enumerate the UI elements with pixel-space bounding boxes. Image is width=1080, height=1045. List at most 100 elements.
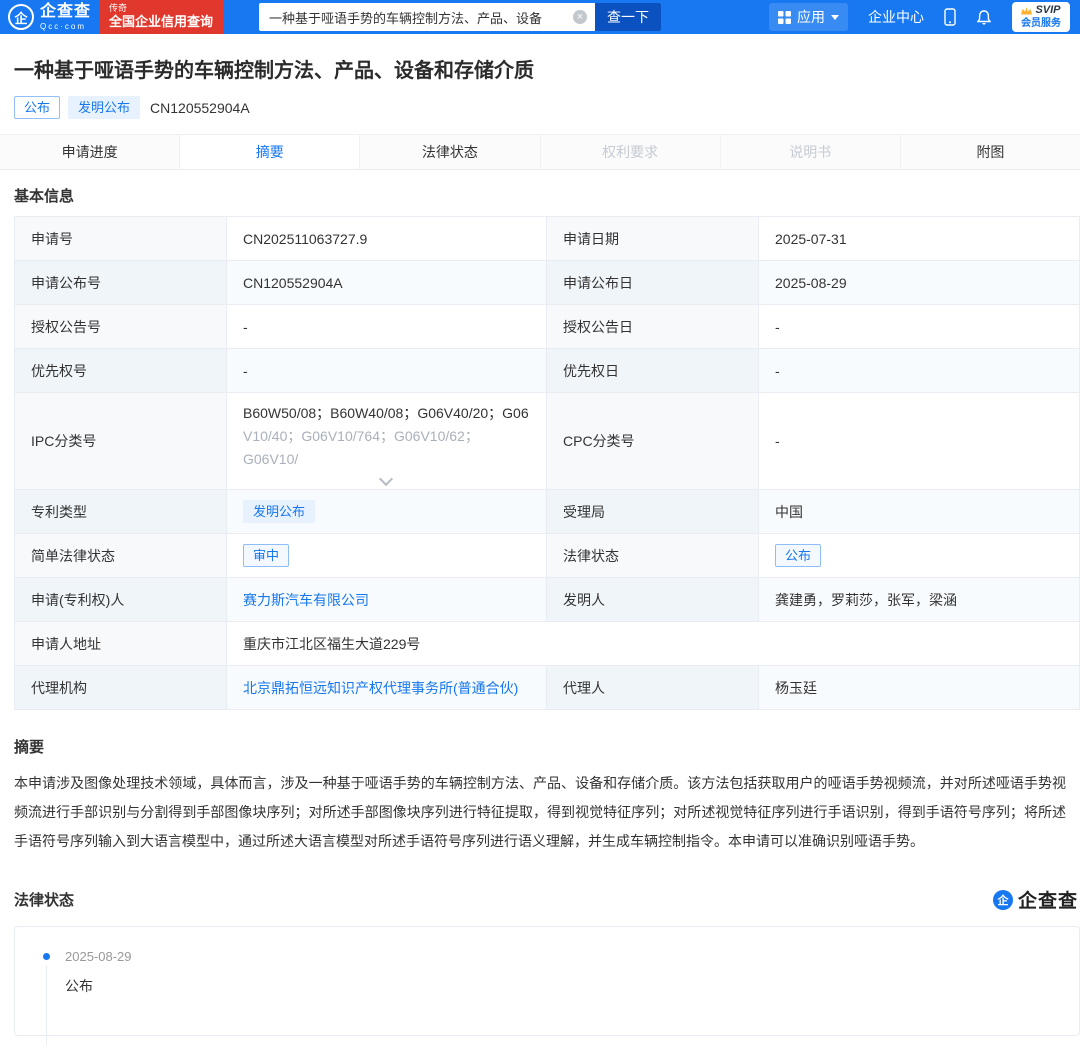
field-label: 申请(专利权)人 xyxy=(15,578,227,621)
table-row: 优先权号 - 优先权日 - xyxy=(15,349,1079,393)
patent-type-table-tag: 发明公布 xyxy=(243,500,316,523)
simple-legal-status-tag: 审中 xyxy=(243,544,290,567)
legal-status-tag: 公布 xyxy=(775,544,822,567)
notification-bell-icon[interactable] xyxy=(976,9,992,26)
qcc-logo-text: 企查查 Qcc·com xyxy=(40,2,92,31)
field-label: 受理局 xyxy=(547,490,759,533)
caret-down-icon xyxy=(831,14,839,20)
applicant-link[interactable]: 赛力斯汽车有限公司 xyxy=(243,590,369,610)
field-label: CPC分类号 xyxy=(547,393,759,489)
mobile-app-icon[interactable] xyxy=(944,8,956,26)
field-label: 申请日期 xyxy=(547,217,759,260)
legal-status-title: 法律状态 xyxy=(14,892,75,909)
qcc-logo-domain: Qcc·com xyxy=(40,21,86,31)
field-value: - xyxy=(227,305,547,348)
timeline-item: 2025-08-29 公布 xyxy=(43,949,1079,1045)
field-value: - xyxy=(759,349,1079,392)
promo-small-text: 传奇 xyxy=(109,2,128,13)
search-bar: × 查一下 xyxy=(259,3,662,31)
ipc-line-1: B60W50/08；B60W40/08；G06V40/20；G06 xyxy=(243,405,529,421)
tab-application-progress[interactable]: 申请进度 xyxy=(0,135,180,169)
tab-abstract[interactable]: 摘要 xyxy=(179,135,360,169)
field-value: 公布 xyxy=(759,534,1079,577)
svip-badge-top: SVIP xyxy=(1021,4,1061,18)
abstract-text: 本申请涉及图像处理技术领域，具体而言，涉及一种基于哑语手势的车辆控制方法、产品、… xyxy=(14,775,1066,849)
field-value: - xyxy=(759,305,1079,348)
field-value: 2025-07-31 xyxy=(759,217,1079,260)
apps-menu[interactable]: 应用 xyxy=(769,3,848,31)
field-label: 申请公布号 xyxy=(15,261,227,304)
field-value: CN120552904A xyxy=(227,261,547,304)
patent-title-block: 一种基于哑语手势的车辆控制方法、产品、设备和存储介质 公布 发明公布 CN120… xyxy=(0,34,1080,134)
grid-icon xyxy=(778,10,791,24)
abstract-title: 摘要 xyxy=(14,739,45,756)
field-value: - xyxy=(227,349,547,392)
field-value: 北京鼎拓恒远知识产权代理事务所(普通合伙) xyxy=(227,666,547,709)
field-label: 优先权日 xyxy=(547,349,759,392)
field-value: 2025-08-29 xyxy=(759,261,1079,304)
field-label: 授权公告日 xyxy=(547,305,759,348)
field-value: - xyxy=(759,393,1079,489)
crown-icon xyxy=(1021,6,1033,15)
timeline-date: 2025-08-29 xyxy=(65,949,132,964)
svip-label: SVIP xyxy=(1035,3,1061,16)
svip-sublabel: 会员服务 xyxy=(1021,17,1061,29)
field-value: 审中 xyxy=(227,534,547,577)
qcc-watermark-text: 企查查 xyxy=(1017,891,1078,912)
chevron-down-icon[interactable] xyxy=(378,471,393,487)
field-label: 申请人地址 xyxy=(15,622,227,665)
patent-type-tag: 发明公布 xyxy=(68,96,141,119)
legal-status-timeline: 2025-08-29 公布 xyxy=(14,926,1080,1045)
promo-badge: 传奇 全国企业信用查询 xyxy=(99,0,224,34)
field-value: 杨玉廷 xyxy=(759,666,1079,709)
table-row: 简单法律状态 审中 法律状态 公布 xyxy=(15,534,1079,578)
field-value: 赛力斯汽车有限公司 xyxy=(227,578,547,621)
promo-main-text: 全国企业信用查询 xyxy=(109,13,214,29)
agency-link[interactable]: 北京鼎拓恒远知识产权代理事务所(普通合伙) xyxy=(243,678,518,698)
field-label: 授权公告号 xyxy=(15,305,227,348)
patent-tag-row: 公布 发明公布 CN120552904A xyxy=(14,96,1066,119)
field-value: 龚建勇，罗莉莎，张军，梁涵 xyxy=(759,578,1079,621)
top-nav: 应用 企业中心 SVIP 会员服务 xyxy=(769,1,1070,33)
timeline-dot-icon xyxy=(43,953,50,960)
basic-info-table: 申请号 CN202511063727.9 申请日期 2025-07-31 申请公… xyxy=(14,216,1080,710)
page-title: 一种基于哑语手势的车辆控制方法、产品、设备和存储介质 xyxy=(14,60,534,82)
table-row: 授权公告号 - 授权公告日 - xyxy=(15,305,1079,349)
detail-tabs: 申请进度 摘要 法律状态 权利要求 说明书 附图 xyxy=(0,134,1080,170)
field-value: 重庆市江北区福生大道229号 xyxy=(227,622,1079,665)
table-row: IPC分类号 B60W50/08；B60W40/08；G06V40/20；G06… xyxy=(15,393,1079,490)
search-button[interactable]: 查一下 xyxy=(595,3,662,31)
table-row: 专利类型 发明公布 受理局 中国 xyxy=(15,490,1079,534)
enterprise-center-link[interactable]: 企业中心 xyxy=(868,7,924,27)
field-value: 中国 xyxy=(759,490,1079,533)
tab-claims[interactable]: 权利要求 xyxy=(539,135,720,169)
legal-status-header: 法律状态 企 企查查 xyxy=(14,886,1080,913)
table-row: 申请人地址 重庆市江北区福生大道229号 xyxy=(15,622,1079,666)
tab-description[interactable]: 说明书 xyxy=(719,135,900,169)
field-value: CN202511063727.9 xyxy=(227,217,547,260)
qcc-logo[interactable]: 企 企查查 Qcc·com xyxy=(8,2,92,31)
table-row: 申请(专利权)人 赛力斯汽车有限公司 发明人 龚建勇，罗莉莎，张军，梁涵 xyxy=(15,578,1079,622)
field-label: IPC分类号 xyxy=(15,393,227,489)
qcc-logo-name: 企查查 xyxy=(40,2,92,20)
timeline-status: 公布 xyxy=(65,978,93,994)
svip-badge[interactable]: SVIP 会员服务 xyxy=(1012,1,1070,33)
qcc-watermark-icon: 企 xyxy=(992,889,1013,910)
field-label: 申请号 xyxy=(15,217,227,260)
clear-icon[interactable]: × xyxy=(573,10,588,24)
tab-figures[interactable]: 附图 xyxy=(899,135,1080,169)
field-label: 优先权号 xyxy=(15,349,227,392)
search-input-wrap: × xyxy=(259,3,596,31)
tab-legal-status[interactable]: 法律状态 xyxy=(359,135,540,169)
field-label: 专利类型 xyxy=(15,490,227,533)
ipc-classification-cell: B60W50/08；B60W40/08；G06V40/20；G06 V10/40… xyxy=(227,393,547,489)
field-label: 代理人 xyxy=(547,666,759,709)
table-row: 申请号 CN202511063727.9 申请日期 2025-07-31 xyxy=(15,217,1079,261)
qcc-watermark: 企 企查查 xyxy=(992,886,1078,913)
search-input[interactable] xyxy=(259,3,596,31)
field-label: 法律状态 xyxy=(547,534,759,577)
top-header: 企 企查查 Qcc·com 传奇 全国企业信用查询 × 查一下 应用 企业中心 xyxy=(0,0,1080,34)
basic-info-title: 基本信息 xyxy=(14,188,75,205)
field-value: 发明公布 xyxy=(227,490,547,533)
publication-number: CN120552904A xyxy=(150,99,250,116)
